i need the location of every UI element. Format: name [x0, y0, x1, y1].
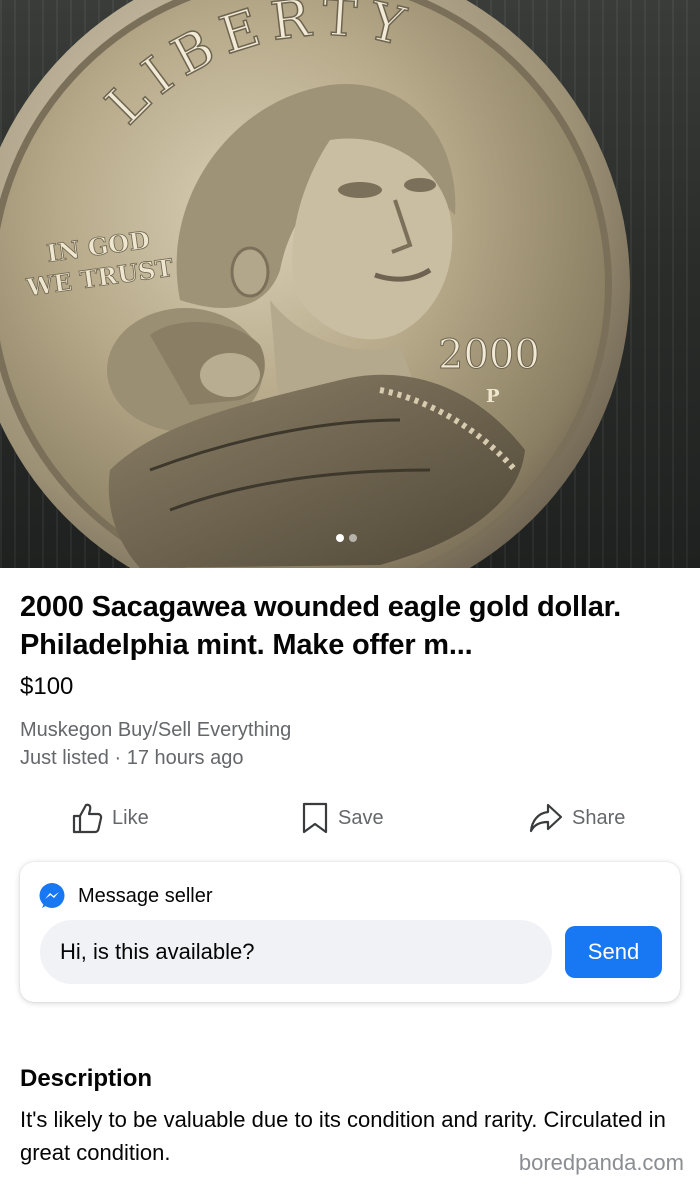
carousel-indicator[interactable]: [336, 534, 357, 542]
share-button[interactable]: Share: [528, 796, 625, 840]
action-bar: Like Save Share: [0, 796, 700, 840]
message-seller-title: Message seller: [78, 884, 213, 907]
share-arrow-icon: [529, 803, 563, 833]
description-heading: Description: [20, 1065, 153, 1092]
listing-title: 2000 Sacagawea wounded eagle gold dollar…: [20, 591, 622, 661]
watermark: boredpanda.com: [518, 1150, 684, 1175]
carousel-dot-2[interactable]: [349, 534, 357, 542]
like-button[interactable]: Like: [70, 796, 149, 840]
carousel-dot-1[interactable]: [336, 534, 344, 542]
save-label: Save: [338, 806, 384, 829]
message-seller-header: Message seller: [38, 882, 213, 910]
listing-price: $100: [20, 673, 74, 700]
coin-year: 2000: [438, 332, 540, 378]
bookmark-icon: [302, 802, 328, 834]
share-label: Share: [572, 806, 626, 829]
listing-photo[interactable]: LIBERTY IN GOD WE TRUST 2000 P: [0, 0, 700, 568]
messenger-icon: [39, 883, 65, 908]
like-label: Like: [112, 806, 149, 829]
listed-time: Just listed · 17 hours ago: [20, 747, 244, 769]
thumbs-up-icon: [72, 803, 103, 834]
coin-mint-mark: P: [486, 386, 500, 407]
save-button[interactable]: Save: [300, 796, 384, 840]
group-name-link[interactable]: Muskegon Buy/Sell Everything: [20, 717, 291, 743]
message-input[interactable]: [40, 920, 552, 984]
coin-image: LIBERTY IN GOD WE TRUST 2000 P: [0, 0, 630, 568]
send-button[interactable]: Send: [565, 926, 662, 978]
message-seller-card: Message seller Send: [20, 862, 680, 1002]
